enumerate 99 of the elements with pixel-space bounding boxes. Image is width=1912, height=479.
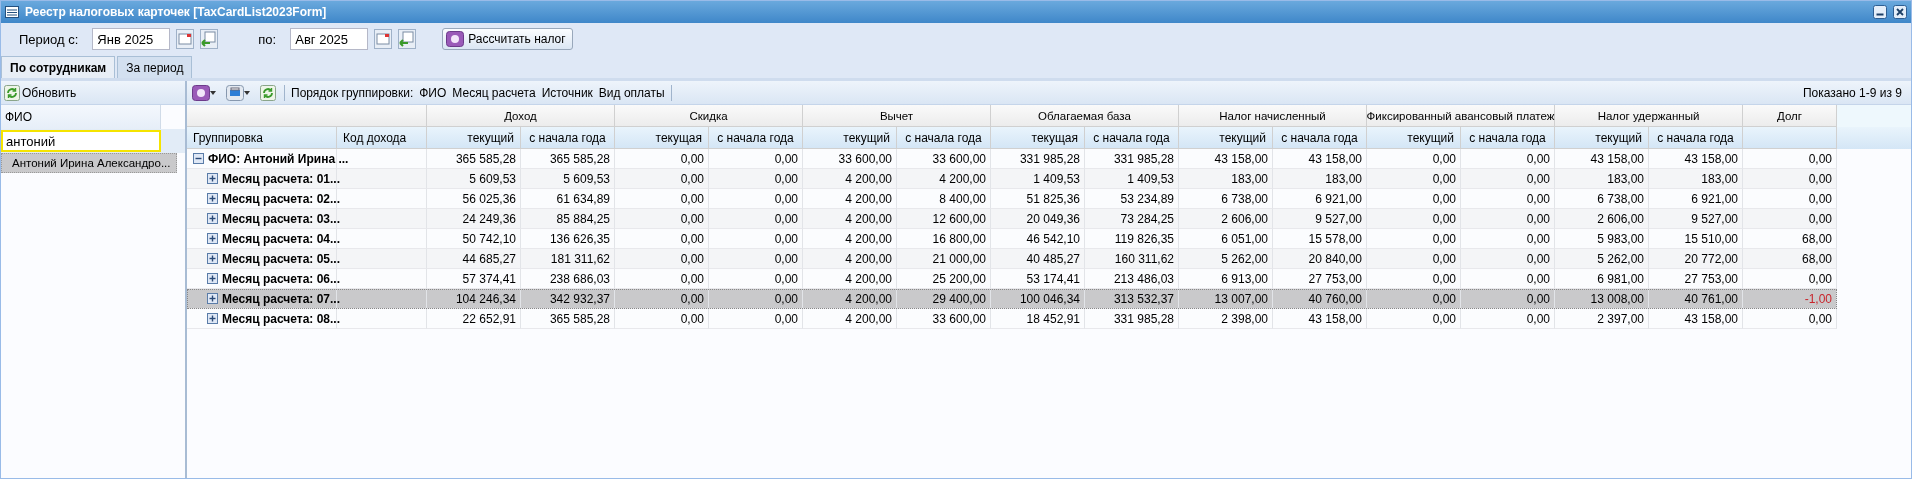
grouping-item[interactable]: Вид оплаты: [598, 85, 665, 100]
table-cell: 0,00: [709, 309, 803, 329]
filter-field[interactable]: антоний: [1, 130, 161, 152]
date-to-field[interactable]: Авг 2025: [290, 28, 369, 50]
group-label: Месяц расчета: 01...: [222, 171, 340, 186]
table-row[interactable]: Месяц расчета: 07... 104 246,34 342 932,37 0,00 0,00 4 200,00 29 400,00 100 046,34 313 532,37 13 007,00 40 760,00 0,00 0,00 13 008,00 40 761,00 -1,00: [187, 289, 1837, 309]
group-label: Месяц расчета: 07...: [222, 291, 340, 306]
refresh-icon: [4, 84, 20, 101]
table-cell: 43 158,00: [1273, 309, 1367, 329]
minimize-icon[interactable]: [1873, 5, 1887, 19]
grouping-label: Порядок группировки:: [291, 85, 414, 100]
table-cell: 0,00: [1461, 309, 1555, 329]
calculate-tax-button[interactable]: Рассчитать налог: [442, 28, 573, 50]
table-row[interactable]: Месяц расчета: 01... 5 609,53 5 609,53 0,00 0,00 4 200,00 4 200,00 1 409,53 1 409,53 183,00 183,00 0,00 0,00 183,00 183,00 0,00: [187, 169, 1837, 189]
table-row[interactable]: Месяц расчета: 03... 24 249,36 85 884,25 0,00 0,00 4 200,00 12 600,00 20 049,36 73 284,25 2 606,00 9 527,00 0,00 0,00 2 606,00 9 527,00 0,00: [187, 209, 1837, 229]
table-row[interactable]: ФИО: Антоний Ирина ... 365 585,28 365 585,28 0,00 0,00 33 600,00 33 600,00 331 985,28 331 985,28 43 158,00 43 158,00 0,00 0,00 43 158,00 43 158,00 0,00: [187, 149, 1837, 169]
group-label: Месяц расчета: 06...: [222, 271, 340, 286]
grouping-item[interactable]: Источник: [541, 85, 593, 100]
window-icon: [5, 6, 19, 18]
table-cell: 2 398,00: [1179, 309, 1273, 329]
refresh-icon: [260, 84, 276, 101]
actions-button[interactable]: [190, 84, 218, 101]
tab[interactable]: За период: [117, 56, 193, 78]
table-cell: 0,00: [615, 309, 709, 329]
table-cell: 43 158,00: [1649, 309, 1743, 329]
column-group-header: Вычет: [803, 105, 991, 127]
paging-info: Показано 1-9 из 9: [1802, 85, 1902, 100]
group-label: Месяц расчета: 02...: [222, 191, 340, 206]
column-header[interactable]: текущий: [1367, 127, 1461, 149]
calendar-icon[interactable]: [374, 29, 393, 49]
period-to-label: по:: [258, 31, 277, 47]
table-row[interactable]: Месяц расчета: 02... 56 025,36 61 634,89 0,00 0,00 4 200,00 8 400,00 51 825,36 53 234,89 6 738,00 6 921,00 0,00 0,00 6 738,00 6 921,00 0,00: [187, 189, 1837, 209]
collapse-icon[interactable]: [193, 153, 204, 164]
calendar-icon[interactable]: [176, 29, 195, 49]
column-header[interactable]: Код дохода: [337, 127, 427, 149]
table-cell: 331 985,28: [1085, 309, 1179, 329]
column-group-header: Налог начисленный: [1179, 105, 1367, 127]
column-group-header: Долг: [1743, 105, 1837, 127]
expand-icon[interactable]: [207, 193, 218, 204]
caret-icon: [244, 90, 250, 95]
column-group-header: Налог удержанный: [1555, 105, 1743, 127]
column-group-header: Доход: [427, 105, 615, 127]
column-header[interactable]: с начала года: [521, 127, 615, 149]
table-cell: 18 452,91: [991, 309, 1085, 329]
column-header[interactable]: с начала года: [1461, 127, 1555, 149]
table-row[interactable]: Месяц расчета: 04... 50 742,10 136 626,35 0,00 0,00 4 200,00 16 800,00 46 542,10 119 826,35 6 051,00 15 578,00 0,00 0,00 5 983,00 15 510,00 68,00: [187, 229, 1837, 249]
refresh-button[interactable]: Обновить: [4, 84, 77, 101]
table-row[interactable]: Месяц расчета: 08... 22 652,91 365 585,28 0,00 0,00 4 200,00 33 600,00 18 452,91 331 985,28 2 398,00 43 158,00 0,00 0,00 2 397,00 43 158,00 0,00: [187, 309, 1837, 329]
column-header[interactable]: Группировка: [187, 127, 337, 149]
column-header[interactable]: с начала года: [1273, 127, 1367, 149]
group-label: Месяц расчета: 05...: [222, 251, 340, 266]
printer-icon: [226, 84, 244, 101]
expand-icon[interactable]: [207, 173, 218, 184]
period-from-label: Период с:: [19, 31, 79, 47]
table-cell: 2 397,00: [1555, 309, 1649, 329]
table-cell: 4 200,00: [803, 309, 897, 329]
column-header[interactable]: текущий: [1555, 127, 1649, 149]
group-label: Месяц расчета: 03...: [222, 211, 340, 226]
tab[interactable]: По сотрудникам: [1, 56, 116, 78]
column-header[interactable]: с начала года: [1085, 127, 1179, 149]
column-header[interactable]: текущий: [1179, 127, 1273, 149]
column-group-header: Скидка: [615, 105, 803, 127]
table-cell: 0,00: [1367, 309, 1461, 329]
date-from-field[interactable]: Янв 2025: [92, 28, 171, 50]
window-title: Реестр налоговых карточек [TaxCardList2023Form]: [25, 5, 328, 19]
column-header[interactable]: с начала года: [1649, 127, 1743, 149]
expand-icon[interactable]: [207, 213, 218, 224]
expand-icon[interactable]: [207, 313, 218, 324]
table-cell: 33 600,00: [897, 309, 991, 329]
expand-icon[interactable]: [207, 253, 218, 264]
column-group-header: Облагаемая база: [991, 105, 1179, 127]
clear-icon[interactable]: [398, 29, 417, 49]
employee-item[interactable]: Антоний Ирина Александро...: [1, 153, 177, 173]
table-cell: 365 585,28: [521, 309, 615, 329]
table-cell: 0,00: [1743, 309, 1837, 329]
grouping-item[interactable]: Месяц расчета: [452, 85, 536, 100]
column-header[interactable]: текущая: [991, 127, 1085, 149]
table-cell: 22 652,91: [427, 309, 521, 329]
clear-icon[interactable]: [200, 29, 219, 49]
table-row[interactable]: Месяц расчета: 05... 44 685,27 181 311,62 0,00 0,00 4 200,00 21 000,00 40 485,27 160 311,62 5 262,00 20 840,00 0,00 0,00 5 262,00 20 772,00 68,00: [187, 249, 1837, 269]
expand-icon[interactable]: [207, 273, 218, 284]
group-label: Месяц расчета: 08...: [222, 311, 340, 326]
group-label: Месяц расчета: 04...: [222, 231, 340, 246]
column-header[interactable]: с начала года: [709, 127, 803, 149]
column-header[interactable]: с начала года: [897, 127, 991, 149]
column-header[interactable]: текущий: [427, 127, 521, 149]
refresh-button[interactable]: [258, 84, 278, 101]
group-label: ФИО: Антоний Ирина ...: [208, 151, 349, 166]
column-group-header: Фиксированный авансовый платеж: [1367, 105, 1555, 127]
column-header[interactable]: ФИО: [1, 105, 161, 129]
expand-icon[interactable]: [207, 293, 218, 304]
print-button[interactable]: [224, 84, 252, 101]
close-icon[interactable]: [1893, 5, 1907, 19]
grouping-item[interactable]: ФИО: [419, 85, 447, 100]
column-header[interactable]: текущая: [615, 127, 709, 149]
caret-icon: [210, 90, 216, 95]
column-header[interactable]: текущий: [803, 127, 897, 149]
expand-icon[interactable]: [207, 233, 218, 244]
table-row[interactable]: Месяц расчета: 06... 57 374,41 238 686,03 0,00 0,00 4 200,00 25 200,00 53 174,41 213 486,03 6 913,00 27 753,00 0,00 0,00 6 981,00 27 753,00 0,00: [187, 269, 1837, 289]
